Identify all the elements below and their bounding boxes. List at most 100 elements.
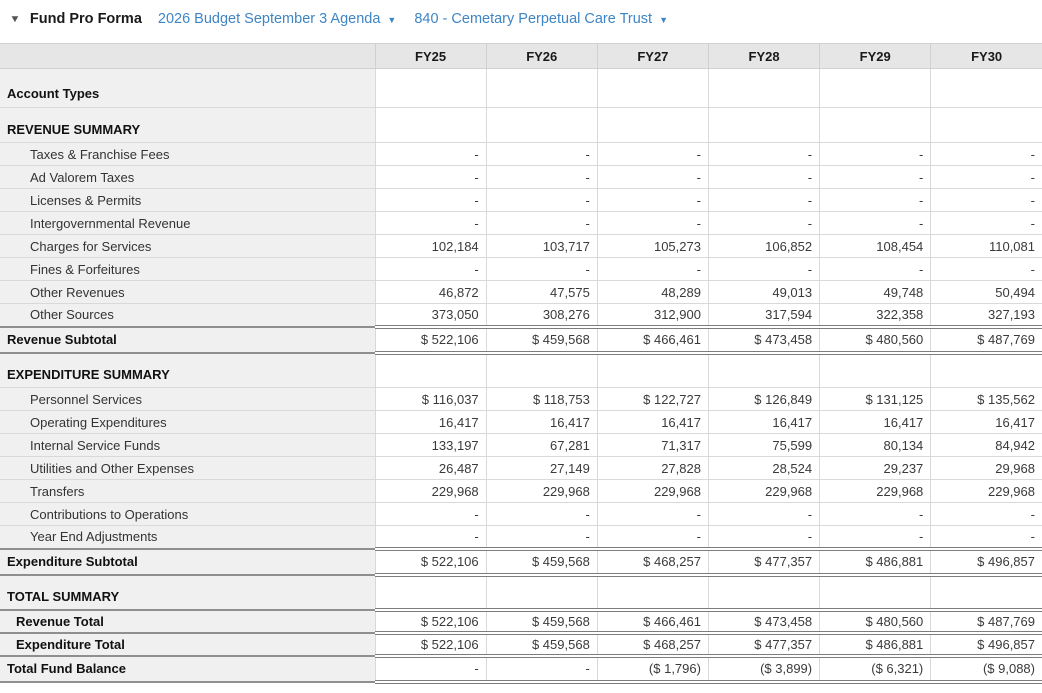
- value-cell: 110,081: [930, 234, 1042, 258]
- value-cell: [819, 352, 932, 388]
- value-cell: 103,717: [485, 234, 598, 258]
- value-cell: ($ 1,796): [596, 653, 709, 684]
- row-label: Operating Expenditures: [0, 410, 376, 434]
- value-cell: 84,942: [930, 433, 1042, 457]
- value-cell: 16,417: [930, 410, 1042, 434]
- value-cell: [596, 107, 709, 143]
- table-row: Expenditure Subtotal $ 522,106 $ 459,568 $ …: [0, 546, 1042, 577]
- value-cell: 108,454: [819, 234, 932, 258]
- value-cell: 27,149: [485, 456, 598, 480]
- value-cell: $ 477,357: [707, 546, 821, 577]
- value-cell: 327,193: [930, 303, 1042, 327]
- value-cell: [374, 352, 487, 388]
- table-row: Transfers 229,968 229,968 229,968 229,968 229…: [0, 479, 1042, 503]
- table-row: REVENUE SUMMARY: [0, 107, 1042, 143]
- row-label: Account Types: [0, 68, 376, 108]
- row-label: TOTAL SUMMARY: [0, 574, 376, 610]
- value-cell: -: [930, 525, 1042, 549]
- row-label: Revenue Total: [0, 608, 376, 633]
- value-cell: 71,317: [596, 433, 709, 457]
- table-row: Licenses & Permits - - - - - -: [0, 188, 1042, 212]
- value-cell: 16,417: [374, 410, 487, 434]
- value-cell: $ 459,568: [485, 630, 598, 656]
- value-cell: -: [930, 502, 1042, 526]
- value-cell: -: [485, 257, 598, 281]
- value-cell: 46,872: [374, 280, 487, 304]
- table-row: Ad Valorem Taxes - - - - - -: [0, 165, 1042, 189]
- value-cell: -: [707, 142, 821, 166]
- fund-dropdown[interactable]: 840 - Cemetary Perpetual Care Trust ▼: [414, 11, 668, 27]
- value-cell: $ 486,881: [819, 546, 932, 577]
- value-cell: -: [930, 188, 1042, 212]
- row-label: EXPENDITURE SUMMARY: [0, 352, 376, 388]
- value-cell: -: [374, 653, 487, 684]
- value-cell: -: [374, 165, 487, 189]
- value-cell: [596, 574, 709, 610]
- table-row: Revenue Subtotal $ 522,106 $ 459,568 $ 466,…: [0, 324, 1042, 355]
- budget-dropdown-label: 2026 Budget September 3 Agenda: [157, 11, 381, 27]
- fund-pro-forma-table: FY25 FY26 FY27 FY28 FY29 FY30 Account Types RE…: [0, 43, 1042, 684]
- fund-dropdown-label: 840 - Cemetary Perpetual Care Trust: [414, 11, 653, 27]
- value-cell: [707, 107, 821, 143]
- value-cell: $ 122,727: [596, 387, 709, 411]
- chevron-down-icon: ▼: [659, 15, 668, 25]
- value-cell: -: [930, 211, 1042, 235]
- value-cell: [707, 574, 821, 610]
- value-cell: [374, 574, 487, 610]
- table-row: TOTAL SUMMARY: [0, 574, 1042, 610]
- value-cell: -: [819, 211, 932, 235]
- value-cell: 229,968: [596, 479, 709, 503]
- row-label: Contributions to Operations: [0, 502, 376, 526]
- collapse-section-icon[interactable]: ▼: [9, 14, 20, 25]
- value-cell: -: [707, 502, 821, 526]
- value-cell: $ 466,461: [596, 324, 709, 355]
- value-cell: -: [596, 142, 709, 166]
- value-cell: -: [374, 188, 487, 212]
- table-row: Utilities and Other Expenses 26,487 27,149…: [0, 456, 1042, 480]
- value-cell: 50,494: [930, 280, 1042, 304]
- value-cell: 229,968: [374, 479, 487, 503]
- table-row: Intergovernmental Revenue - - - - - -: [0, 211, 1042, 235]
- value-cell: -: [596, 525, 709, 549]
- table-row: Personnel Services $ 116,037 $ 118,753 $ 12…: [0, 387, 1042, 411]
- table-row: Total Fund Balance - - ($ 1,796) ($ 3,899) ($…: [0, 653, 1042, 684]
- value-cell: $ 522,106: [374, 607, 487, 633]
- value-cell: $ 522,106: [374, 630, 487, 656]
- value-cell: -: [485, 142, 598, 166]
- value-cell: $ 126,849: [707, 387, 821, 411]
- value-cell: $ 486,881: [819, 630, 932, 656]
- value-cell: -: [374, 211, 487, 235]
- value-cell: $ 522,106: [374, 546, 487, 577]
- value-cell: -: [485, 653, 598, 684]
- fund-table-body: Account Types REVENUE SUMMARY Taxes & Fran…: [0, 68, 1042, 684]
- label-column-header: [0, 43, 376, 69]
- value-cell: 312,900: [596, 303, 709, 327]
- value-cell: -: [930, 142, 1042, 166]
- value-cell: -: [596, 502, 709, 526]
- value-cell: [930, 352, 1042, 388]
- table-row: EXPENDITURE SUMMARY: [0, 352, 1042, 388]
- value-cell: -: [485, 525, 598, 549]
- value-cell: $ 459,568: [485, 607, 598, 633]
- value-cell: $ 487,769: [930, 607, 1042, 633]
- table-row: Operating Expenditures 16,417 16,417 16,417…: [0, 410, 1042, 434]
- value-cell: -: [596, 257, 709, 281]
- row-label: Expenditure Subtotal: [0, 547, 376, 576]
- budget-dropdown[interactable]: 2026 Budget September 3 Agenda ▼: [158, 11, 396, 27]
- value-cell: [819, 68, 932, 108]
- value-cell: $ 473,458: [707, 324, 821, 355]
- value-cell: [930, 574, 1042, 610]
- value-cell: [485, 352, 598, 388]
- value-cell: -: [819, 257, 932, 281]
- value-cell: $ 473,458: [707, 607, 821, 633]
- value-cell: $ 135,562: [930, 387, 1042, 411]
- value-cell: -: [485, 502, 598, 526]
- value-cell: $ 116,037: [374, 387, 487, 411]
- value-cell: 229,968: [819, 479, 932, 503]
- table-row: Internal Service Funds 133,197 67,281 71,31…: [0, 433, 1042, 457]
- value-cell: 29,968: [930, 456, 1042, 480]
- row-label: Taxes & Franchise Fees: [0, 142, 376, 166]
- value-cell: 27,828: [596, 456, 709, 480]
- row-label: Internal Service Funds: [0, 433, 376, 457]
- value-cell: -: [374, 257, 487, 281]
